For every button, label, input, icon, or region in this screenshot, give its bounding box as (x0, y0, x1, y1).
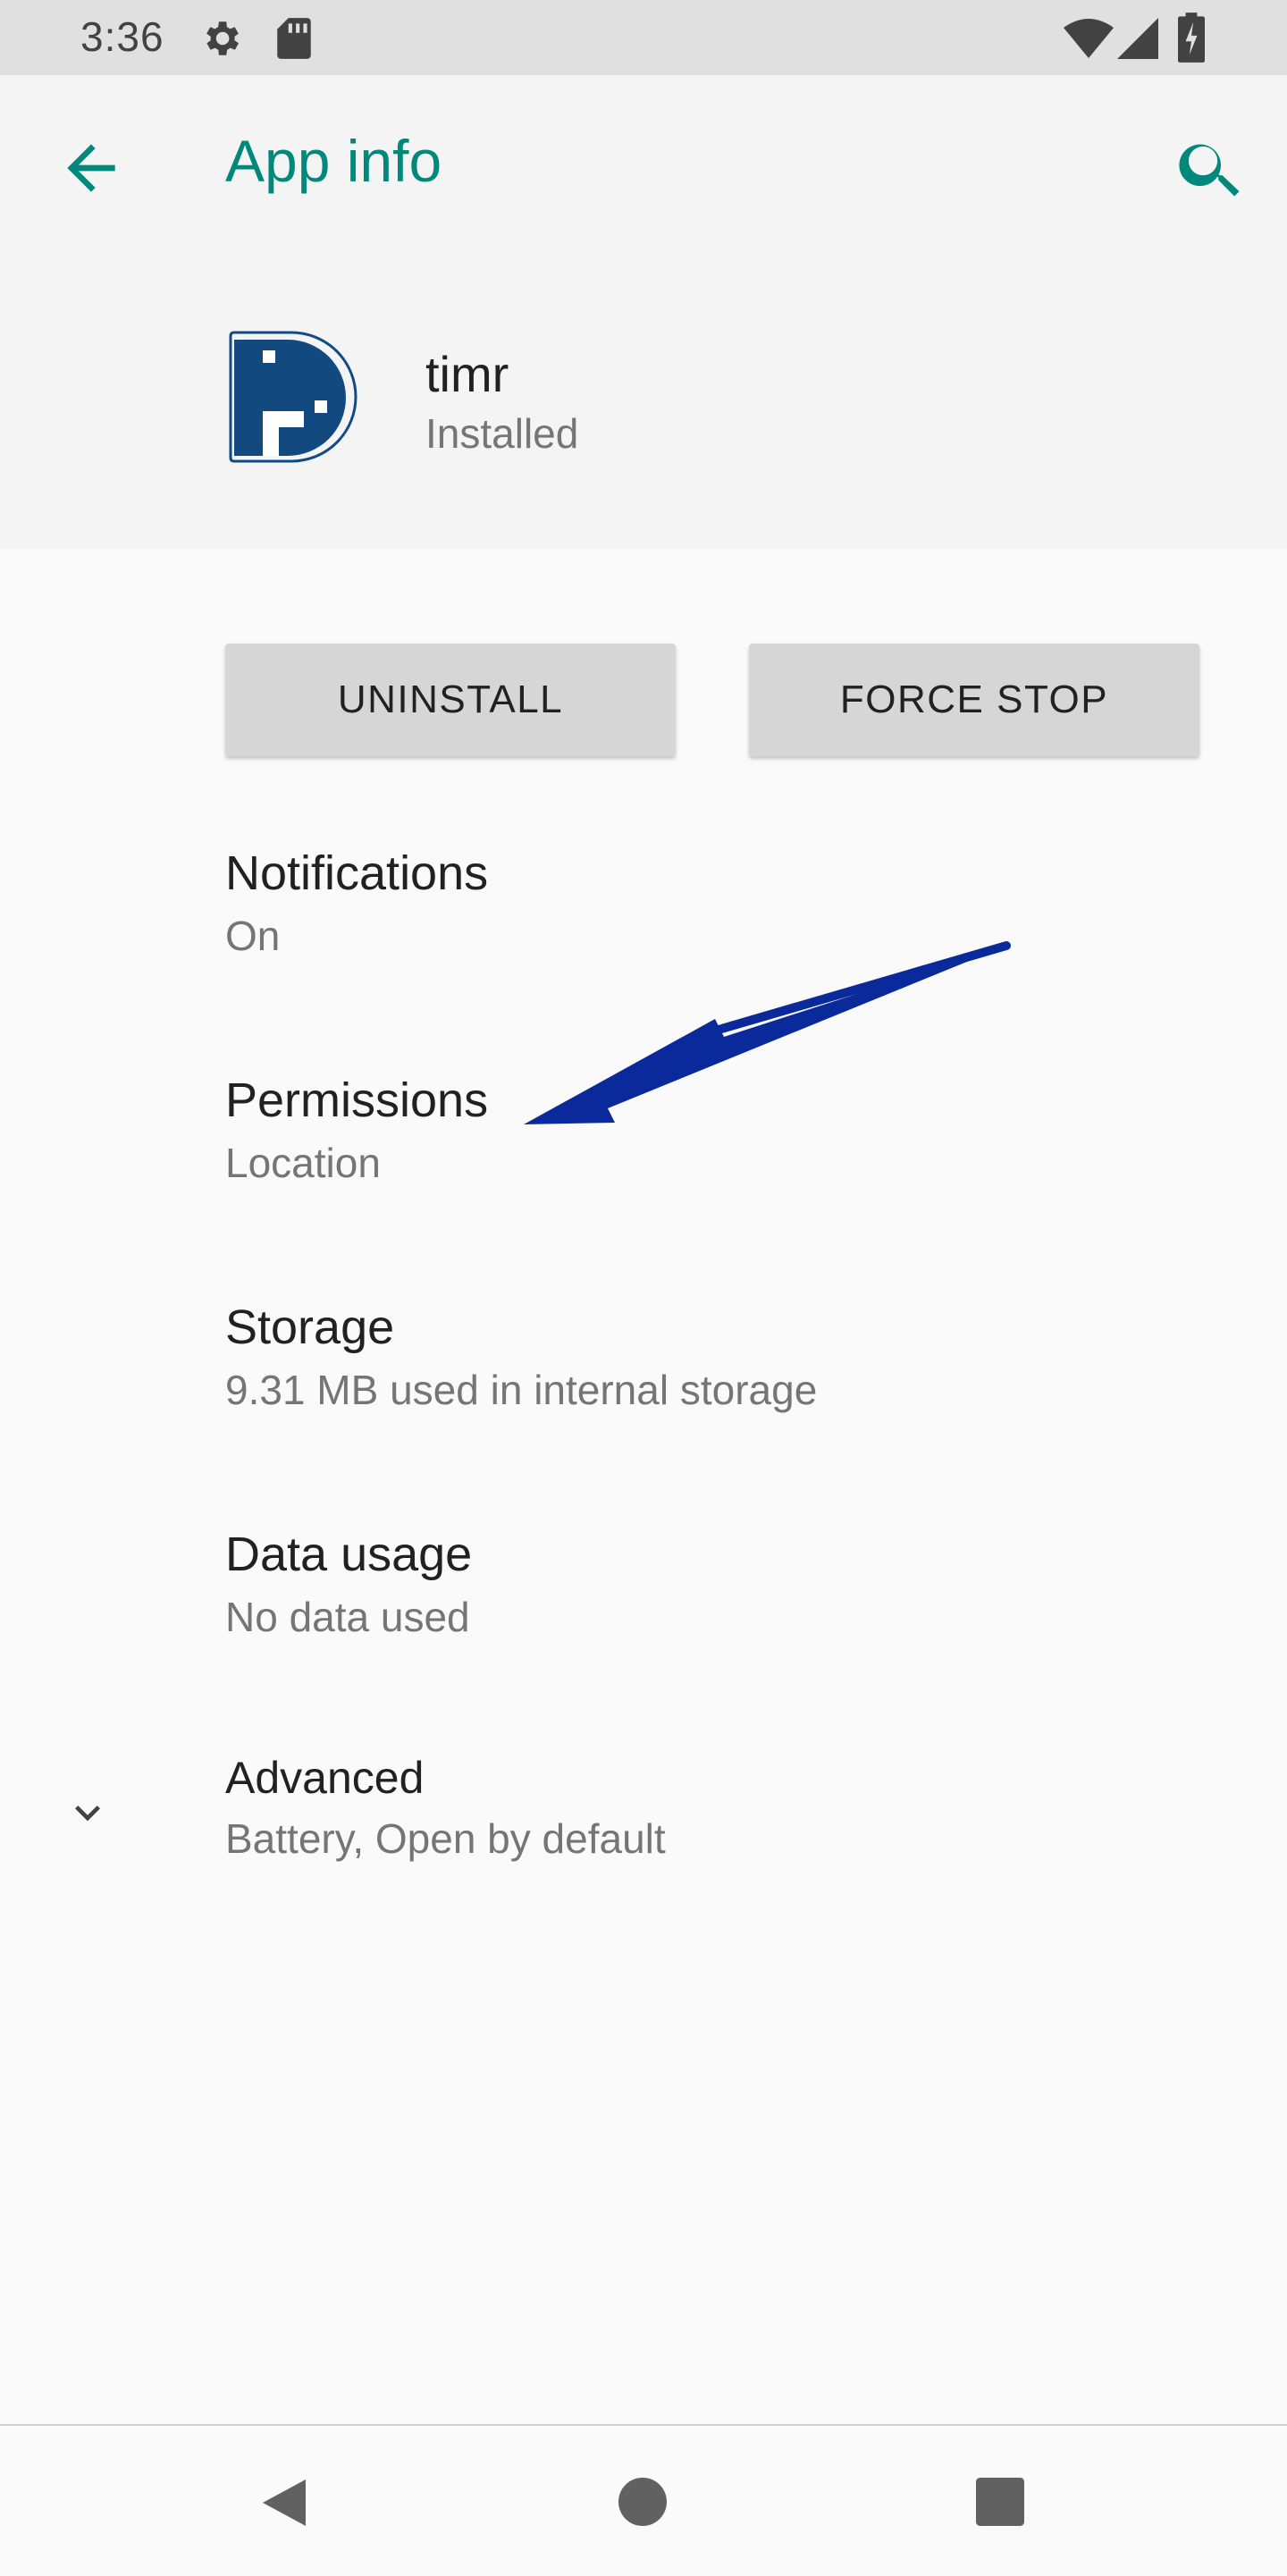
home-circle-icon[interactable] (618, 2478, 667, 2526)
setting-title: Storage (225, 1301, 395, 1354)
setting-subtitle: No data used (225, 1594, 470, 1640)
uninstall-button[interactable]: UNINSTALL (225, 644, 676, 756)
gear-icon (206, 21, 239, 55)
sd-card-icon (277, 18, 311, 59)
force-stop-button[interactable]: FORCE STOP (749, 644, 1199, 756)
setting-subtitle: 9.31 MB used in internal storage (225, 1367, 818, 1413)
setting-title: Data usage (225, 1528, 473, 1581)
back-button[interactable] (55, 132, 127, 204)
setting-subtitle: Battery, Open by default (225, 1815, 666, 1862)
wifi-icon (1064, 19, 1114, 58)
timr-logo-icon (229, 331, 358, 463)
navigation-bar (0, 2424, 1287, 2576)
app-header: App info timr Installed (0, 75, 1287, 549)
setting-title: Advanced (225, 1753, 425, 1803)
chevron-down-icon[interactable] (63, 1788, 113, 1838)
app-status: Installed (425, 410, 579, 457)
setting-advanced[interactable]: Advanced Battery, Open by default (225, 1748, 1253, 1870)
search-button[interactable] (1173, 130, 1249, 207)
page-title: App info (225, 128, 442, 194)
signal-icon (1117, 18, 1158, 59)
recents-square-icon[interactable] (976, 2478, 1024, 2526)
app-name: timr (425, 346, 509, 402)
battery-charging-icon (1178, 13, 1205, 63)
setting-data-usage[interactable]: Data usage No data used (225, 1523, 1253, 1648)
back-triangle-icon[interactable] (259, 2476, 309, 2530)
search-icon (1179, 144, 1240, 197)
annotation-arrow (524, 941, 1011, 1124)
arrow-left-icon (67, 144, 115, 192)
status-bar: 3:36 (0, 0, 1287, 75)
status-time: 3:36 (80, 13, 164, 60)
setting-title: Notifications (225, 846, 489, 900)
setting-storage[interactable]: Storage 9.31 MB used in internal storage (225, 1296, 1253, 1421)
